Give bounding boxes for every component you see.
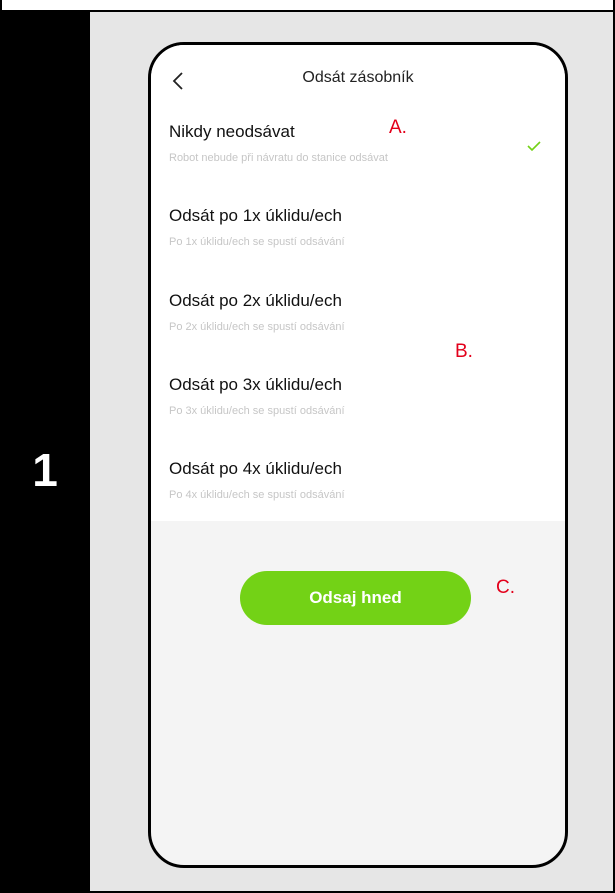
option-description: Po 3x úklidu/ech se spustí odsávání <box>169 405 345 417</box>
option-description: Po 2x úklidu/ech se spustí odsávání <box>169 321 345 333</box>
annotation-marker-b: B. <box>455 341 473 362</box>
step-bar: 1 <box>0 12 90 893</box>
option-after-3[interactable]: Odsát po 3x úklidu/ech Po 3x úklidu/ech … <box>169 374 547 434</box>
checkmark-icon <box>527 141 541 151</box>
phone-screen: Odsát zásobník Nikdy neodsávat Robot neb… <box>148 42 568 868</box>
option-title: Odsát po 3x úklidu/ech <box>169 375 342 394</box>
option-description: Po 1x úklidu/ech se spustí odsávání <box>169 236 345 248</box>
option-title: Nikdy neodsávat <box>169 122 295 141</box>
option-description: Po 4x úklidu/ech se spustí odsávání <box>169 489 345 501</box>
option-after-1[interactable]: Odsát po 1x úklidu/ech Po 1x úklidu/ech … <box>169 205 547 265</box>
annotation-marker-c: C. <box>496 577 515 598</box>
option-after-2[interactable]: Odsát po 2x úklidu/ech Po 2x úklidu/ech … <box>169 290 547 350</box>
empty-now-button[interactable]: Odsaj hned <box>240 571 471 625</box>
options-panel: Odsát zásobník Nikdy neodsávat Robot neb… <box>151 45 565 521</box>
option-title: Odsát po 1x úklidu/ech <box>169 206 342 225</box>
annotation-marker-a: A. <box>389 117 407 138</box>
option-title: Odsát po 4x úklidu/ech <box>169 459 342 478</box>
option-title: Odsát po 2x úklidu/ech <box>169 291 342 310</box>
option-description: Robot nebude při návratu do stanice odsá… <box>169 152 388 164</box>
page-title: Odsát zásobník <box>302 69 414 86</box>
option-after-4[interactable]: Odsát po 4x úklidu/ech Po 4x úklidu/ech … <box>169 458 547 518</box>
nav-bar: Odsát zásobník <box>151 45 565 115</box>
option-never[interactable]: Nikdy neodsávat Robot nebude při návratu… <box>169 121 547 181</box>
step-number: 1 <box>32 444 58 496</box>
top-strip <box>0 0 615 12</box>
